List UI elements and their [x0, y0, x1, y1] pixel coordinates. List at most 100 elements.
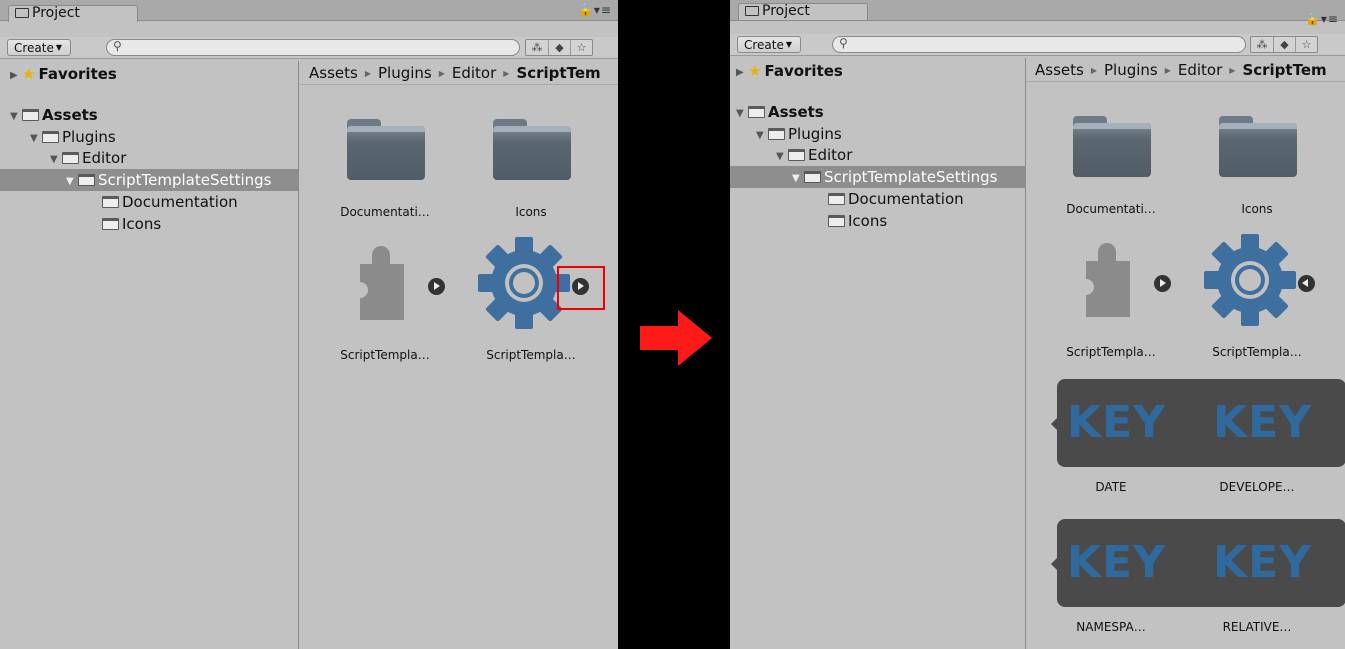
project-folder-icon	[745, 6, 759, 16]
breadcrumb-separator-icon: ▶	[503, 69, 510, 78]
lock-menu-icon[interactable]: 🔒▾≡	[578, 3, 612, 17]
key-icon[interactable]: KEY	[1213, 537, 1312, 588]
folder-icon	[804, 171, 821, 183]
create-button[interactable]: Create ▼	[737, 36, 802, 53]
tree-item-documentation[interactable]: Documentation	[102, 191, 238, 213]
breadcrumb-item[interactable]: Plugins	[378, 64, 432, 82]
tree-item-plugins[interactable]: ▼ Plugins	[30, 126, 116, 148]
asset-documentation-folder-icon[interactable]	[347, 119, 425, 180]
breadcrumb-current: ScriptTem	[1242, 61, 1327, 79]
search-input[interactable]: ⚲	[832, 36, 1246, 53]
breadcrumb-item[interactable]: Plugins	[1104, 61, 1158, 79]
tree-item-documentation[interactable]: Documentation	[828, 188, 964, 210]
favorite-star-icon[interactable]: ☆	[1295, 37, 1317, 52]
filter-by-label-icon[interactable]: ◆	[548, 40, 570, 55]
breadcrumb-separator-icon: ▶	[1090, 66, 1097, 75]
folder-icon	[788, 149, 805, 161]
favorite-star-icon[interactable]: ☆	[570, 40, 592, 55]
breadcrumb-item[interactable]: Editor	[1178, 61, 1222, 79]
sub-asset-group: KEY KEY	[1051, 519, 1345, 607]
tree-item-script-template-settings[interactable]: ▼ ScriptTemplateSettings	[0, 169, 299, 191]
asset-label: NAMESPA…	[1076, 620, 1146, 634]
tree-item-label: ScriptTemplateSettings	[98, 171, 272, 189]
asset-settings-gear-icon[interactable]	[1204, 234, 1296, 326]
search-icon: ⚲	[113, 39, 122, 53]
breadcrumb: Assets ▶ Plugins ▶ Editor ▶ ScriptTem	[1026, 58, 1345, 82]
folder-icon	[62, 152, 79, 164]
search-input[interactable]: ⚲	[106, 39, 520, 56]
folder-icon	[828, 215, 845, 227]
key-icon[interactable]: KEY	[1067, 397, 1166, 448]
project-window-before: Project 🔒▾≡ Create ▼ ⚲ ⁂ ◆ ☆ ▶ ★ Favorites …	[0, 0, 618, 649]
folder-icon	[22, 109, 39, 121]
tree-item-plugins[interactable]: ▼ Plugins	[756, 123, 842, 145]
create-button[interactable]: Create ▼	[7, 39, 72, 56]
breadcrumb-separator-icon: ▶	[1164, 66, 1171, 75]
key-icon[interactable]: KEY	[1213, 397, 1312, 448]
tree-item-label: Editor	[808, 146, 853, 164]
collapse-arrow-icon[interactable]: ▼	[66, 171, 78, 193]
collapse-arrow-icon[interactable]: ▼	[792, 168, 804, 190]
breadcrumb-separator-icon: ▶	[1229, 66, 1236, 75]
tree-item-editor[interactable]: ▼ Editor	[50, 147, 126, 169]
tree-item-label: Assets	[42, 106, 98, 124]
folder-icon	[768, 128, 785, 140]
collapse-sub-assets-icon[interactable]	[1298, 275, 1315, 292]
tree-item-assets[interactable]: ▼ Assets	[10, 104, 98, 126]
folder-icon	[828, 193, 845, 205]
expand-sub-assets-icon[interactable]	[1154, 275, 1171, 292]
collapse-arrow-icon[interactable]: ▼	[10, 106, 22, 128]
key-icon[interactable]: KEY	[1067, 537, 1166, 588]
asset-label: Icons	[1241, 202, 1273, 216]
project-tab[interactable]: Project	[738, 3, 868, 20]
lock-menu-icon[interactable]: 🔒▾≡	[1305, 12, 1339, 26]
asset-script-puzzle-icon[interactable]	[1080, 243, 1136, 317]
tree-item-favorites[interactable]: ▶ ★ Favorites	[10, 63, 117, 85]
folder-icon	[78, 174, 95, 186]
asset-script-puzzle-icon[interactable]	[354, 246, 410, 320]
tree-item-label: Favorites	[38, 65, 117, 83]
collapse-arrow-icon[interactable]: ▼	[756, 125, 768, 147]
collapse-arrow-icon[interactable]: ▼	[736, 103, 748, 125]
folder-icon	[102, 196, 119, 208]
breadcrumb-separator-icon: ▶	[438, 69, 445, 78]
collapse-arrow-icon[interactable]: ▼	[50, 149, 62, 171]
tree-item-label: Editor	[82, 149, 127, 167]
collapse-arrow-icon[interactable]: ▼	[30, 128, 42, 150]
filter-buttons: ⁂ ◆ ☆	[525, 39, 593, 56]
asset-icons-folder-icon[interactable]	[493, 119, 571, 180]
collapse-arrow-icon[interactable]: ▼	[776, 146, 788, 168]
tree-item-script-template-settings[interactable]: ▼ ScriptTemplateSettings	[730, 166, 1026, 188]
expand-sub-assets-icon[interactable]	[428, 278, 445, 295]
project-tab-label: Project	[32, 5, 80, 21]
tree-item-icons[interactable]: Icons	[828, 210, 887, 232]
expand-arrow-icon[interactable]: ▶	[736, 62, 748, 84]
tree-item-icons[interactable]: Icons	[102, 213, 161, 235]
tree-item-label: Icons	[848, 212, 888, 230]
tree-item-favorites[interactable]: ▶ ★ Favorites	[736, 60, 843, 82]
create-label: Create	[744, 38, 784, 52]
breadcrumb-item[interactable]: Assets	[1035, 61, 1084, 79]
filter-by-label-icon[interactable]: ◆	[1273, 37, 1295, 52]
expand-arrow-icon[interactable]: ▶	[10, 65, 22, 87]
tree-item-label: Favorites	[764, 62, 843, 80]
tab-bar: Project 🔒▾≡	[730, 0, 1345, 26]
filter-by-type-icon[interactable]: ⁂	[1251, 37, 1273, 52]
tree-item-label: Documentation	[848, 190, 964, 208]
project-tab-label: Project	[762, 3, 810, 19]
asset-documentation-folder-icon[interactable]	[1073, 116, 1151, 177]
project-tab[interactable]: Project	[8, 5, 138, 22]
filter-by-type-icon[interactable]: ⁂	[526, 40, 548, 55]
breadcrumb-item[interactable]: Editor	[452, 64, 496, 82]
breadcrumb-item[interactable]: Assets	[309, 64, 358, 82]
breadcrumb-separator-icon: ▶	[364, 69, 371, 78]
folder-tree-pane: ▶ ★ Favorites ▼ Assets ▼ Plugins ▼ Editor ▼ Sc…	[0, 61, 299, 649]
tree-item-editor[interactable]: ▼ Editor	[776, 144, 852, 166]
asset-label: ScriptTempla…	[1066, 345, 1156, 359]
asset-icons-folder-icon[interactable]	[1219, 116, 1297, 177]
asset-label: DATE	[1095, 480, 1127, 494]
project-folder-icon	[15, 8, 29, 18]
tree-item-assets[interactable]: ▼ Assets	[736, 101, 824, 123]
asset-label: Documentati…	[340, 205, 430, 219]
folder-icon	[102, 218, 119, 230]
